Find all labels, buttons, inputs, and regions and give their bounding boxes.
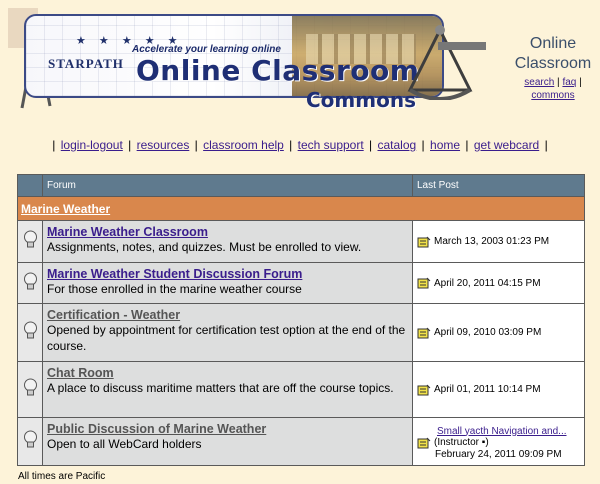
table-row: Certification - Weather Opened by appoin… — [17, 303, 585, 362]
last-post-author: (Instructor ▪) — [434, 437, 489, 448]
nav-tech-support[interactable]: tech support — [298, 138, 364, 152]
last-post-date: March 13, 2003 01:23 PM — [434, 236, 550, 247]
notepad-icon[interactable] — [417, 327, 431, 339]
last-post-date: April 20, 2011 04:15 PM — [434, 277, 541, 289]
forum-title-link[interactable]: Certification - Weather — [47, 308, 408, 322]
last-post-column-header: Last Post — [412, 174, 585, 197]
last-post-date: February 24, 2011 09:09 PM — [435, 448, 562, 460]
notepad-icon[interactable] — [417, 277, 431, 289]
notepad-icon[interactable] — [417, 236, 431, 248]
forum-title-link[interactable]: Chat Room — [47, 366, 408, 380]
forum-title-link[interactable]: Marine Weather Classroom — [47, 225, 408, 239]
forum-title-link[interactable]: Public Discussion of Marine Weather — [47, 422, 408, 436]
timezone-note: All times are Pacific — [18, 471, 106, 482]
last-post-date: April 01, 2011 10:14 PM — [434, 384, 541, 395]
nav-get-webcard[interactable]: get webcard — [474, 138, 539, 152]
nav-resources[interactable]: resources — [137, 138, 190, 152]
table-row: Marine Weather Student Discussion Forum … — [17, 262, 585, 304]
notepad-icon[interactable] — [417, 437, 431, 449]
site-name: Online Classroom — [514, 35, 592, 72]
category-link-marine-weather[interactable]: Marine Weather — [21, 202, 110, 216]
nav-catalog[interactable]: catalog — [378, 138, 417, 152]
forum-description: Opened by appointment for certification … — [47, 323, 406, 353]
forum-description: For those enrolled in the marine weather… — [47, 282, 302, 296]
sextant-icon — [407, 25, 486, 100]
forum-description: Assignments, notes, and quizzes. Must be… — [47, 240, 362, 254]
last-post-date: April 09, 2010 03:09 PM — [434, 327, 542, 338]
lightbulb-icon — [23, 430, 37, 448]
brand-logo: STARPATH — [48, 56, 124, 71]
category-row: Marine Weather — [17, 196, 585, 221]
lightbulb-icon — [23, 321, 37, 339]
forum-description: Open to all WebCard holders — [47, 437, 202, 451]
lightbulb-icon — [23, 272, 37, 289]
table-row: Public Discussion of Marine Weather Open… — [17, 417, 585, 466]
banner-title: Online Classroom — [136, 54, 420, 87]
nav-login-logout[interactable]: login-logout — [61, 138, 123, 152]
table-row: Marine Weather Classroom Assignments, no… — [17, 220, 585, 263]
last-post-topic-link[interactable]: Small yacth Navigation and... — [417, 426, 584, 437]
main-nav: | login-logout | resources | classroom h… — [52, 138, 548, 152]
forum-column-header: Forum — [42, 174, 413, 197]
nav-home[interactable]: home — [430, 138, 460, 152]
nav-classroom-help[interactable]: classroom help — [203, 138, 284, 152]
table-header-row: Forum Last Post — [17, 174, 585, 197]
lightbulb-icon — [23, 230, 37, 248]
site-links: search | faq | commons — [524, 77, 582, 101]
commons-link[interactable]: commons — [531, 90, 574, 101]
faq-link[interactable]: faq — [562, 77, 576, 88]
lightbulb-icon — [23, 378, 37, 396]
table-row: Chat Room A place to discuss maritime ma… — [17, 361, 585, 418]
forum-table: Forum Last Post Marine Weather Marine We… — [17, 174, 585, 466]
notepad-icon[interactable] — [417, 384, 431, 396]
site-banner: ★ ★ ★ ★ ★ STARPATH Accelerate your learn… — [8, 8, 490, 124]
search-link[interactable]: search — [524, 77, 554, 88]
site-box: Online Classroom search | faq | commons — [506, 34, 600, 102]
forum-title-link[interactable]: Marine Weather Student Discussion Forum — [47, 267, 408, 281]
forum-description: A place to discuss maritime matters that… — [47, 381, 394, 395]
